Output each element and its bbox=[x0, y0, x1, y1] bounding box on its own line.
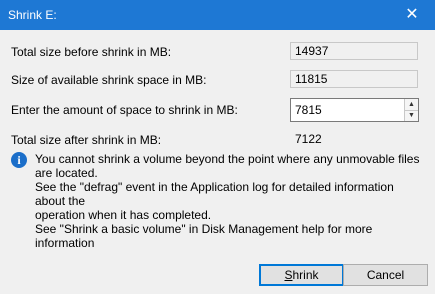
total-after-value: 7122 bbox=[290, 130, 418, 148]
help-message: See "Shrink a basic volume" in Disk Mana… bbox=[35, 222, 373, 250]
total-before-label: Total size before shrink in MB: bbox=[11, 45, 172, 59]
total-before-value: 14937 bbox=[290, 42, 418, 60]
available-space-value: 11815 bbox=[290, 70, 418, 88]
shrink-amount-stepper[interactable]: ▲ ▼ bbox=[290, 98, 419, 122]
chevron-up-icon: ▲ bbox=[408, 100, 415, 108]
info-message: You cannot shrink a volume beyond the po… bbox=[35, 152, 420, 222]
chevron-down-icon: ▼ bbox=[408, 112, 415, 120]
shrink-label: hrink bbox=[292, 268, 319, 282]
shrink-amount-label: Enter the amount of space to shrink in M… bbox=[11, 103, 238, 117]
close-button[interactable]: ✕ bbox=[389, 0, 435, 30]
shrink-amount-input[interactable] bbox=[291, 99, 404, 121]
shrink-dialog: Shrink E: ✕ Total size before shrink in … bbox=[0, 0, 435, 294]
spin-down-button[interactable]: ▼ bbox=[405, 110, 418, 121]
info-icon: i bbox=[11, 152, 27, 168]
title-bar: Shrink E: ✕ bbox=[0, 0, 435, 30]
dialog-content: Total size before shrink in MB: 14937 Si… bbox=[0, 30, 435, 294]
available-space-label: Size of available shrink space in MB: bbox=[11, 73, 207, 87]
cancel-button[interactable]: Cancel bbox=[343, 264, 428, 286]
close-icon: ✕ bbox=[405, 6, 419, 23]
shrink-mnemonic: S bbox=[284, 268, 293, 282]
shrink-button[interactable]: Shrink bbox=[259, 264, 344, 286]
window-title: Shrink E: bbox=[8, 8, 57, 22]
spin-up-button[interactable]: ▲ bbox=[405, 99, 418, 111]
spin-buttons: ▲ ▼ bbox=[404, 99, 418, 121]
total-after-label: Total size after shrink in MB: bbox=[11, 133, 162, 147]
